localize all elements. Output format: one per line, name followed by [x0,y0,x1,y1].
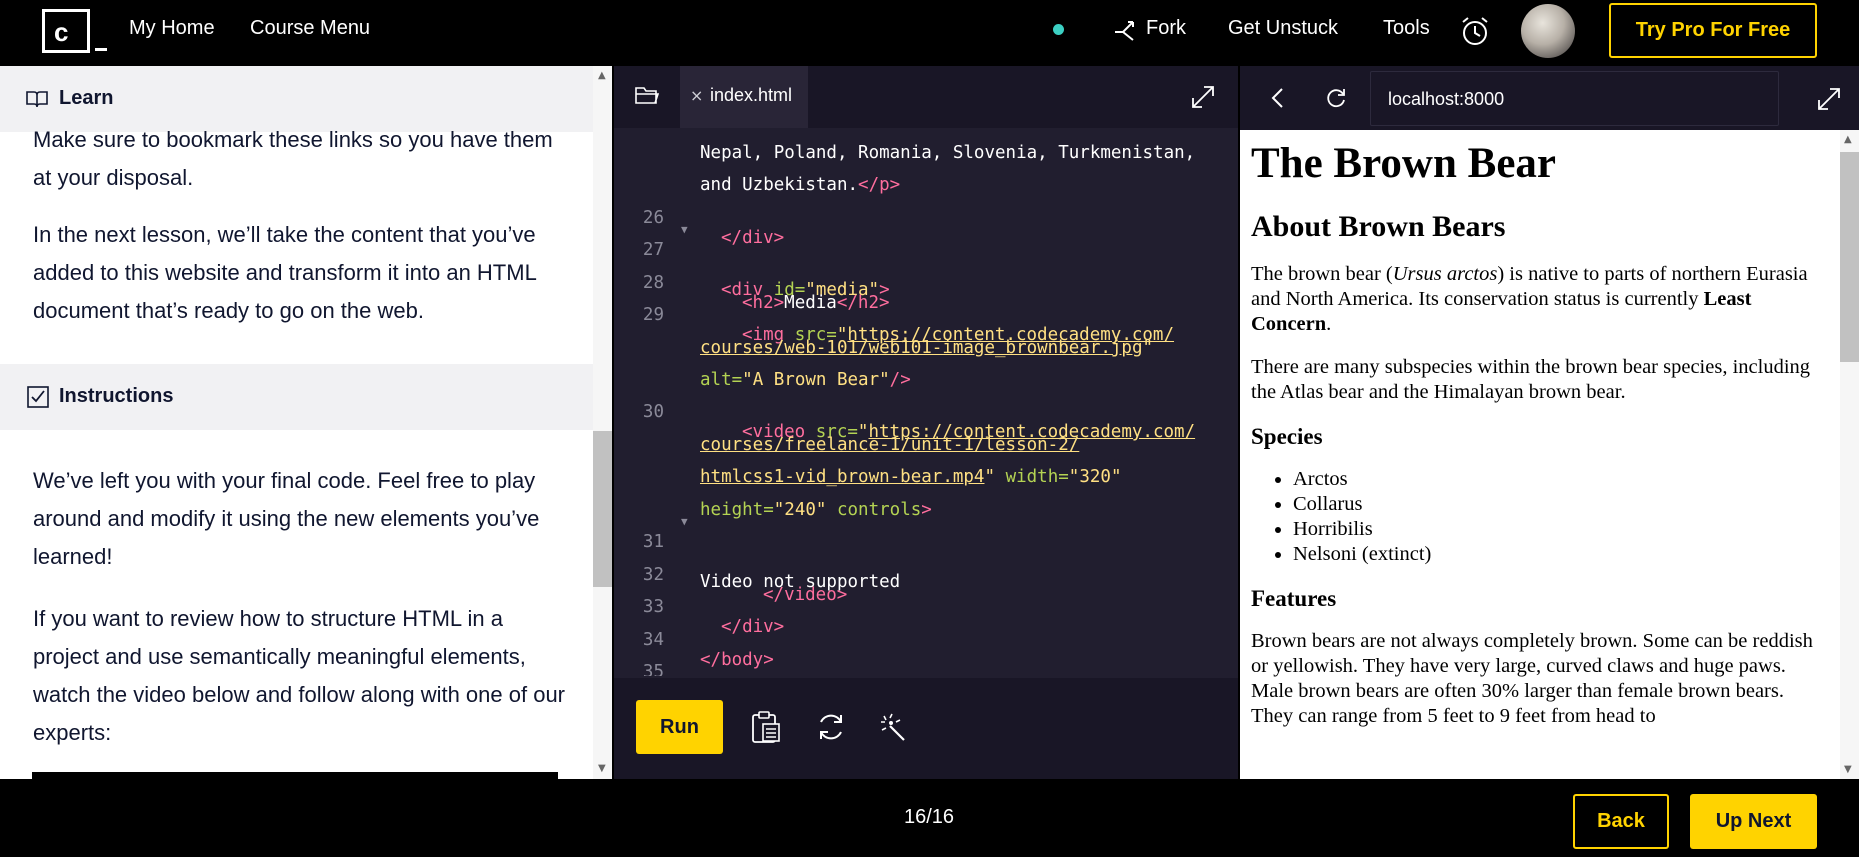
scroll-up-arrow[interactable]: ▲ [1844,134,1852,145]
top-nav: c My Home Course Menu Fork Get Unstuck T… [0,0,1859,66]
reload-icon[interactable] [1325,86,1349,110]
lesson-progress: 16/16 [904,806,955,828]
code-line: height="240" controls> [700,500,932,520]
magic-wand-icon[interactable] [878,710,910,744]
tools-button[interactable]: Tools [1383,17,1430,40]
close-tab-icon[interactable]: × [690,86,703,105]
file-name: index.html [710,85,793,105]
copy-icon[interactable] [750,710,782,744]
code-line: 34 </body> [642,630,774,670]
code-line: 32 </video> [642,565,848,605]
code-line: alt="A Brown Bear"/> [700,370,911,390]
list-item: Collarus [1293,492,1830,517]
code-area[interactable]: Nepal, Poland, Romania, Slovenia, Turkme… [614,128,1238,676]
lesson-paragraph-2: In the next lesson, we’ll take the conte… [33,222,536,323]
lesson-paragraph-1: Make sure to bookmark these links so you… [33,127,553,190]
logo-text: c [54,17,69,47]
features-heading: Features [1251,586,1337,611]
code-line: and Uzbekistan.</p> [700,175,901,195]
code-line: 30 <video src="https://content.codecadem… [642,402,1196,442]
folder-icon[interactable] [634,84,660,106]
url-bar[interactable]: localhost:8000 [1370,71,1779,126]
code-line: 27 ▼ <div id="media"> [642,223,890,300]
species-list: Arctos Collarus Horribilis Nelsoni (exti… [1251,467,1830,567]
code-line: Nepal, Poland, Romania, Slovenia, Turkme… [700,143,1196,163]
code-line: 35 [642,662,664,676]
lesson-scrollbar-thumb[interactable] [593,431,612,587]
fork-icon[interactable] [1113,16,1139,44]
code-line: 28 <h2>Media</h2> [642,273,890,313]
alarm-icon[interactable] [1460,15,1490,47]
instructions-paragraph-2: If you want to review how to structure H… [33,606,566,745]
fold-toggle-icon[interactable]: ▼ [681,515,688,528]
list-item: Horribilis [1293,517,1830,542]
editor-actions: Run [614,678,1238,779]
code-line: courses/freelance-1/unit-1/lesson-2/ [700,435,1080,455]
expand-icon[interactable] [1190,84,1216,110]
instructions-label: Instructions [59,385,174,407]
section-heading: About Brown Bears [1251,210,1506,243]
preview-scrollbar-thumb[interactable] [1840,152,1859,362]
subspecies-paragraph: There are many subspecies within the bro… [1251,356,1811,403]
back-button[interactable]: Back [1573,794,1669,849]
features-paragraph: Brown bears are not always completely br… [1251,630,1813,727]
lesson-scrollbar[interactable] [593,66,612,779]
run-button[interactable]: Run [636,700,723,754]
code-line: 33 </div> [642,597,785,637]
get-unstuck-button[interactable]: Get Unstuck [1228,17,1338,40]
rendered-page: The Brown Bear About Brown Bears The bro… [1240,130,1840,779]
up-next-button[interactable]: Up Next [1690,794,1817,849]
browser-toolbar: localhost:8000 [1240,66,1859,130]
instructions-paragraph-1: We’ve left you with your final code. Fee… [33,468,540,569]
fork-button[interactable]: Fork [1146,17,1186,40]
book-icon [26,91,48,108]
scroll-down-arrow[interactable]: ▼ [598,763,606,774]
list-item: Nelsoni (extinct) [1293,542,1830,567]
file-tab[interactable]: × index.html [680,66,808,128]
scroll-up-arrow[interactable]: ▲ [598,70,606,81]
instructions-header[interactable]: Instructions [0,364,593,430]
status-dot [1053,24,1064,35]
reset-icon[interactable] [815,710,847,744]
species-heading: Species [1251,424,1323,449]
expand-icon[interactable] [1816,86,1842,112]
code-line: htmlcss1-vid_brown-bear.mp4" width="320" [700,467,1122,487]
code-line: 29 <img src="https://content.codecademy.… [642,305,1175,345]
list-item: Arctos [1293,467,1830,492]
code-line: 26 </div> [642,208,785,248]
browser-preview: localhost:8000 The Brown Bear About Brow… [1240,66,1859,779]
avatar[interactable] [1521,4,1575,58]
video-embed[interactable] [32,772,558,779]
fold-toggle-icon[interactable]: ▼ [681,223,688,236]
nav-course-menu[interactable]: Course Menu [250,17,370,40]
code-line: courses/web-101/web101-image_brownbear.j… [700,338,1154,358]
editor-toolbar: × index.html [614,66,1238,128]
checkbox-icon [27,386,49,408]
code-editor: × index.html Nepal, Poland, Romania, Slo… [614,66,1238,779]
lesson-panel: Learn Make sure to bookmark these links … [0,66,612,779]
footer-bar: 16/16 Back Up Next [0,779,1859,857]
back-arrow-icon[interactable] [1270,86,1286,110]
scroll-down-arrow[interactable]: ▼ [1844,764,1852,775]
page-title: The Brown Bear [1251,140,1556,187]
nav-my-home[interactable]: My Home [129,17,215,40]
logo-icon[interactable]: c [42,9,107,53]
code-line: 31 ▼ Video not supported [642,515,901,592]
learn-label: Learn [59,87,114,109]
intro-paragraph: The brown bear (Ursus arctos) is native … [1251,263,1808,335]
try-pro-button[interactable]: Try Pro For Free [1609,3,1817,58]
